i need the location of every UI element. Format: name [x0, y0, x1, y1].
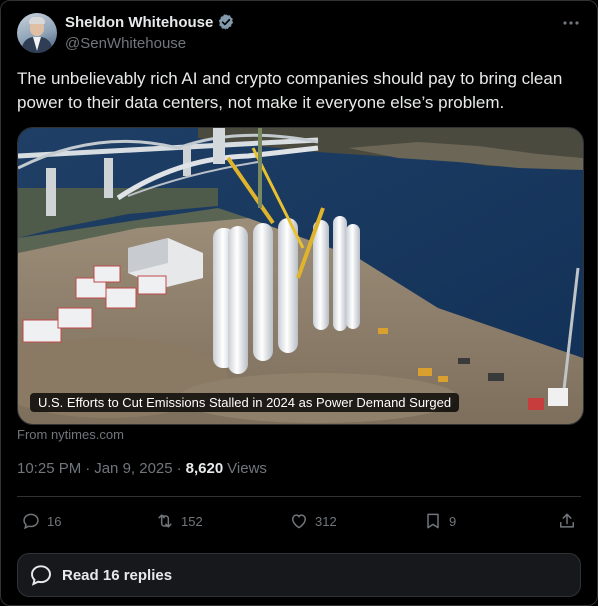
bookmark-count: 9: [449, 513, 457, 529]
like-count: 312: [315, 513, 337, 529]
reply-button[interactable]: 16: [21, 511, 61, 531]
bookmark-icon: [427, 513, 439, 529]
reply-icon: [23, 513, 39, 530]
tweet-text: The unbelievably rich AI and crypto comp…: [17, 69, 563, 112]
views-count: 8,620: [185, 460, 224, 477]
tweet-time[interactable]: 10:25 PM: [17, 460, 81, 477]
reply-count: 16: [47, 513, 62, 529]
bookmark-button[interactable]: 9: [423, 511, 456, 531]
more-options-button[interactable]: [559, 13, 583, 33]
link-card-caption: U.S. Efforts to Cut Emissions Stalled in…: [30, 393, 460, 412]
meta-separator: ·: [176, 460, 182, 477]
like-icon: [291, 514, 307, 529]
like-button[interactable]: 312: [289, 511, 337, 531]
repost-icon: [158, 514, 172, 528]
avatar[interactable]: [17, 13, 57, 53]
more-icon: [563, 21, 579, 25]
action-bar: 16 152 312 9: [17, 511, 581, 535]
verified-icon: [219, 14, 234, 30]
link-card-image[interactable]: U.S. Efforts to Cut Emissions Stalled in…: [17, 127, 584, 425]
author-handle[interactable]: @SenWhitehouse: [65, 35, 186, 52]
share-button[interactable]: [557, 511, 577, 531]
link-source[interactable]: From nytimes.com: [17, 427, 124, 442]
share-icon: [560, 513, 574, 528]
views-label: Views: [227, 460, 267, 477]
tweet-meta: 10:25 PM · Jan 9, 2025 · 8,620 Views: [17, 460, 267, 477]
read-replies-label: Read 16 replies: [62, 566, 173, 584]
tweet-date[interactable]: Jan 9, 2025: [94, 460, 172, 477]
repost-count: 152: [181, 513, 203, 529]
tweet-card: Sheldon Whitehouse @SenWhitehouse The un…: [0, 0, 598, 606]
meta-separator: ·: [85, 460, 91, 477]
author-name-row[interactable]: Sheldon Whitehouse: [65, 13, 235, 31]
author-name[interactable]: Sheldon Whitehouse: [65, 14, 213, 31]
divider: [17, 496, 581, 497]
article-photo: [18, 128, 583, 424]
repost-button[interactable]: 152: [155, 511, 203, 531]
chat-bubble-icon: [31, 565, 51, 586]
read-replies-button[interactable]: Read 16 replies: [17, 553, 581, 597]
